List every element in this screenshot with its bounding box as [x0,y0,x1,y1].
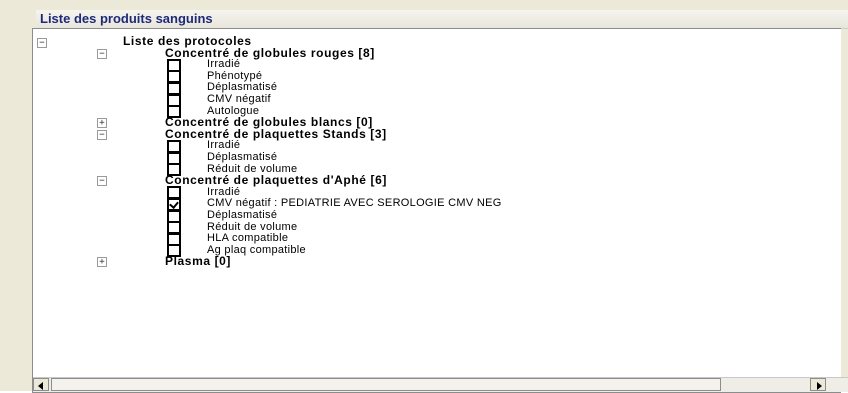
scroll-thumb[interactable] [51,378,721,391]
scroll-left-button[interactable] [33,378,49,391]
group-collapse-icon[interactable]: − [97,176,107,187]
window: Liste des produits sanguins − Liste des … [0,0,848,393]
group-collapse-icon[interactable]: − [97,129,107,140]
group-expand-icon[interactable]: + [97,257,107,268]
tree-group-label[interactable]: Plasma [0] [165,255,231,267]
tree-item-label[interactable]: Irradié [207,139,240,151]
tree-item-label[interactable]: CMV négatif : PEDIATRIE AVEC SEROLOGIE C… [207,197,502,209]
tree-item-label[interactable]: Phénotypé [207,70,262,82]
tree-item-label[interactable]: Irradié [207,58,240,70]
tree-group-label[interactable]: Concentré de plaquettes Stands [3] [165,128,387,140]
tree-item-label[interactable]: Réduit de volume [207,221,297,233]
right-arrow-icon [817,382,822,390]
protocol-tree: − Liste des protocoles − Concentré de glo… [33,29,841,377]
tree-panel: − Liste des protocoles − Concentré de glo… [32,28,841,393]
group-expand-icon[interactable]: + [97,118,107,129]
tree-item-label[interactable]: Déplasmatisé [207,151,277,163]
tree-item-label[interactable]: Déplasmatisé [207,81,277,93]
tree-item-label[interactable]: Déplasmatisé [207,209,277,221]
panel-header: Liste des produits sanguins [36,10,848,29]
tree-group-label[interactable]: Concentré de globules rouges [8] [165,47,375,59]
tree-item-label[interactable]: HLA compatible [207,232,288,244]
root-collapse-icon[interactable]: − [37,38,47,48]
group-collapse-icon[interactable]: − [97,48,107,59]
tree-item-label[interactable]: CMV négatif [207,93,271,105]
tree-group-label[interactable]: Concentré de plaquettes d'Aphé [6] [165,174,387,186]
tree-item-label[interactable]: Irradié [207,186,240,198]
scroll-right-button[interactable] [810,378,826,391]
left-arrow-icon [38,382,43,390]
horizontal-scrollbar[interactable] [33,377,848,392]
panel-title: Liste des produits sanguins [40,11,213,26]
